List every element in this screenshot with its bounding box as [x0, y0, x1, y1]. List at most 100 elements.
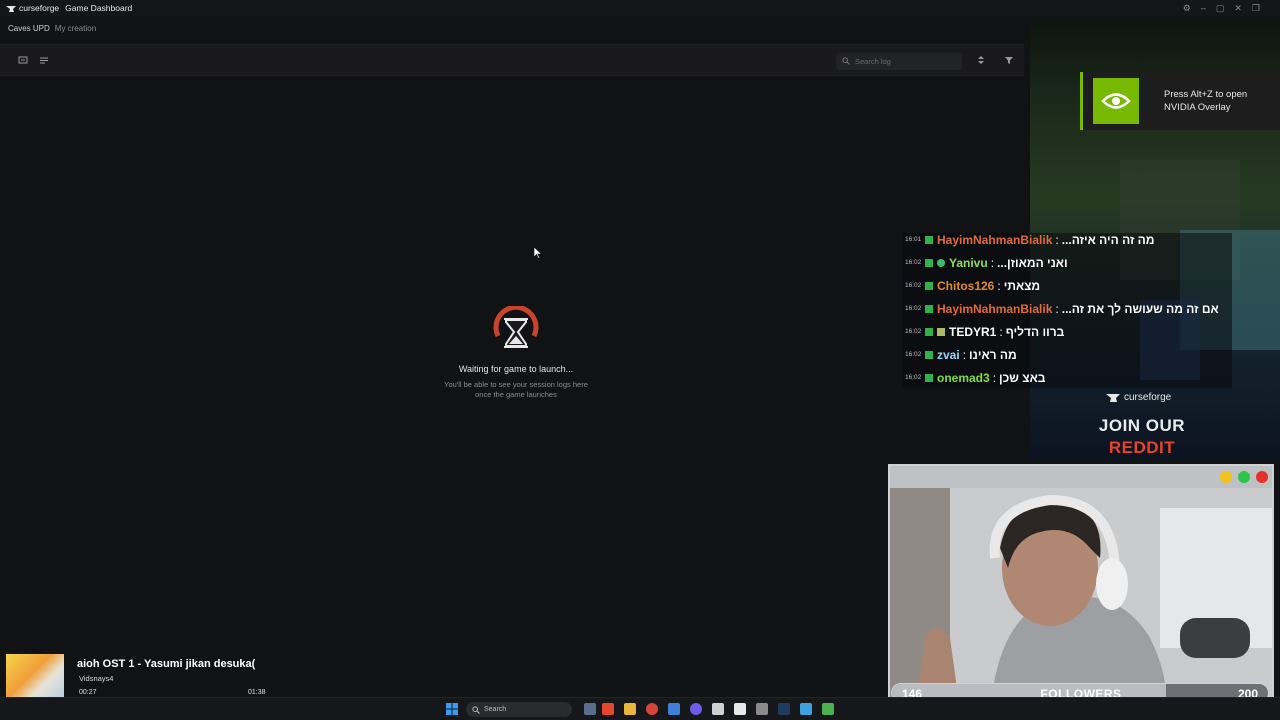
chat-username: Yanivu	[949, 255, 988, 270]
waiting-subtitle: You'll be able to see your session logs …	[416, 380, 616, 400]
curseforge-promo-label: curseforge	[1124, 391, 1172, 403]
badge-icon	[925, 258, 933, 267]
sort-icon[interactable]	[975, 55, 987, 67]
grid-view-icon[interactable]	[17, 55, 29, 67]
verified-badge-icon	[937, 258, 945, 267]
chat-text: מה ראינו	[969, 347, 1017, 362]
breadcrumb: Caves UPD My creation	[8, 24, 96, 33]
badge-icon	[925, 373, 933, 382]
nvidia-overlay-toast[interactable]: Press Alt+Z to open NVIDIA Overlay	[1080, 72, 1280, 130]
badge-icon	[925, 327, 933, 336]
window-controls: ⚙ – ▢ ✕ ❐	[1183, 2, 1260, 14]
yellow-dot-icon	[1220, 471, 1232, 483]
waiting-subtitle-line2: once the game launches	[475, 390, 557, 399]
app-icon[interactable]	[756, 703, 768, 715]
song-title: aioh OST 1 - Yasumi jikan desuka(	[77, 658, 256, 670]
search-icon	[842, 56, 852, 67]
search-icon	[472, 705, 480, 714]
webcam-title-bar	[890, 466, 1272, 488]
window-title: Game Dashboard	[65, 3, 133, 13]
chat-separator: :	[962, 347, 967, 362]
close-icon[interactable]: ✕	[1234, 2, 1242, 14]
chat-message: 16:02 Chitos126 : מצאתי	[905, 274, 1040, 297]
steam-icon[interactable]	[778, 703, 790, 715]
search-log-input[interactable]	[855, 57, 955, 66]
list-view-icon[interactable]	[38, 55, 50, 67]
file-explorer-icon[interactable]	[624, 703, 636, 715]
chat-time: 16:02	[905, 351, 922, 358]
reddit-join-text: JOIN OUR	[1098, 416, 1186, 435]
mouse-cursor-icon	[533, 246, 543, 264]
log-toolbar	[0, 44, 1024, 76]
screen: curseforge Game Dashboard ⚙ – ▢ ✕ ❐ Cave…	[0, 0, 1280, 720]
app-icon[interactable]	[800, 703, 812, 715]
chat-time: 16:02	[905, 328, 922, 335]
app-brand: curseforge	[19, 3, 60, 13]
nvidia-line1: Press Alt+Z to open	[1164, 89, 1248, 100]
windows-taskbar: Search	[0, 697, 1280, 720]
chat-text: ...מה זה היה איזה	[1061, 233, 1155, 247]
obs-icon[interactable]	[712, 703, 724, 715]
reddit-word-text: REDDIT	[1108, 438, 1176, 457]
breadcrumb-current[interactable]: Caves UPD	[8, 24, 50, 33]
chat-text: ברוו הדליף	[1005, 324, 1065, 339]
taskbar-search-label: Search	[484, 706, 507, 713]
song-artist: Vidsnays4	[79, 674, 114, 683]
chat-username: HayimNahmanBialik	[937, 233, 1053, 247]
chat-message: 16:01 HayimNahmanBialik : ...מה זה היה א…	[905, 233, 1154, 251]
chat-text: ...אם זה מה שעושה לך את זה	[1061, 301, 1219, 316]
curseforge-logo-icon	[1106, 394, 1120, 402]
chat-time: 16:02	[905, 259, 922, 266]
song-elapsed: 00:27	[79, 689, 97, 696]
search-log-field[interactable]	[836, 53, 962, 70]
chat-message: 16:02 zvai : מה ראינו	[905, 343, 1017, 366]
chat-text: ...ואני המאוזן	[997, 255, 1068, 270]
song-duration: 01:38	[248, 689, 266, 696]
webcam-feed	[888, 464, 1274, 708]
badge-icon	[925, 235, 933, 244]
chat-message: 16:02 onemad3 : באצ שכן	[905, 366, 1045, 388]
settings-gear-icon[interactable]: ⚙	[1183, 2, 1191, 14]
maximize-icon[interactable]: ▢	[1216, 2, 1225, 14]
minecraft-icon[interactable]	[822, 703, 834, 715]
curseforge-logo-icon	[6, 3, 16, 13]
chat-time: 16:02	[905, 305, 922, 312]
badge-icon	[925, 304, 933, 313]
waiting-state: Waiting for game to launch... You'll be …	[416, 304, 616, 400]
title-bar: curseforge Game Dashboard ⚙ – ▢ ✕ ❐	[0, 0, 1280, 16]
brave-browser-icon[interactable]	[602, 703, 614, 715]
chat-time: 16:02	[905, 374, 922, 381]
nvidia-overlay-text: Press Alt+Z to open NVIDIA Overlay	[1164, 88, 1274, 114]
badge-icon	[925, 281, 933, 290]
chat-username: zvai	[937, 347, 960, 362]
chat-text: באצ שכן	[999, 370, 1046, 385]
nvidia-eye-icon	[1093, 78, 1139, 124]
waiting-subtitle-line1: You'll be able to see your session logs …	[444, 380, 588, 389]
stream-chat: 16:01 HayimNahmanBialik : ...מה זה היה א…	[902, 233, 1232, 388]
chat-time: 16:01	[905, 236, 922, 243]
streamer-silhouette	[890, 488, 1272, 706]
chat-message: 16:02 TEDYR1 : ברוו הדליף	[905, 320, 1064, 343]
taskbar-search[interactable]: Search	[466, 702, 572, 717]
chat-username: onemad3	[937, 370, 990, 385]
discord-icon[interactable]	[690, 703, 702, 715]
task-view-icon[interactable]	[584, 703, 596, 715]
chat-separator: :	[999, 324, 1003, 339]
chrome-icon[interactable]	[646, 703, 658, 715]
chat-separator: :	[1055, 301, 1059, 316]
minimize-icon[interactable]: –	[1201, 2, 1206, 14]
chat-username: Chitos126	[937, 278, 995, 293]
windows-start-icon[interactable]	[446, 703, 458, 715]
curseforge-promo-brand: curseforge	[1106, 391, 1171, 403]
chat-message: 16:02 Yanivu : ...ואני המאוזן	[905, 251, 1068, 274]
app-icon[interactable]	[668, 703, 680, 715]
restore-icon[interactable]: ❐	[1252, 2, 1260, 14]
chat-username: TEDYR1	[949, 324, 997, 339]
green-dot-icon	[1238, 471, 1250, 483]
filter-icon[interactable]	[1003, 55, 1015, 67]
curseforge-taskbar-icon[interactable]	[734, 703, 746, 715]
chat-username: HayimNahmanBialik	[937, 301, 1053, 316]
breadcrumb-my-creation[interactable]: My creation	[55, 24, 96, 33]
red-dot-icon	[1256, 471, 1268, 483]
chat-message: 16:02 HayimNahmanBialik : ...אם זה מה שע…	[905, 297, 1219, 320]
